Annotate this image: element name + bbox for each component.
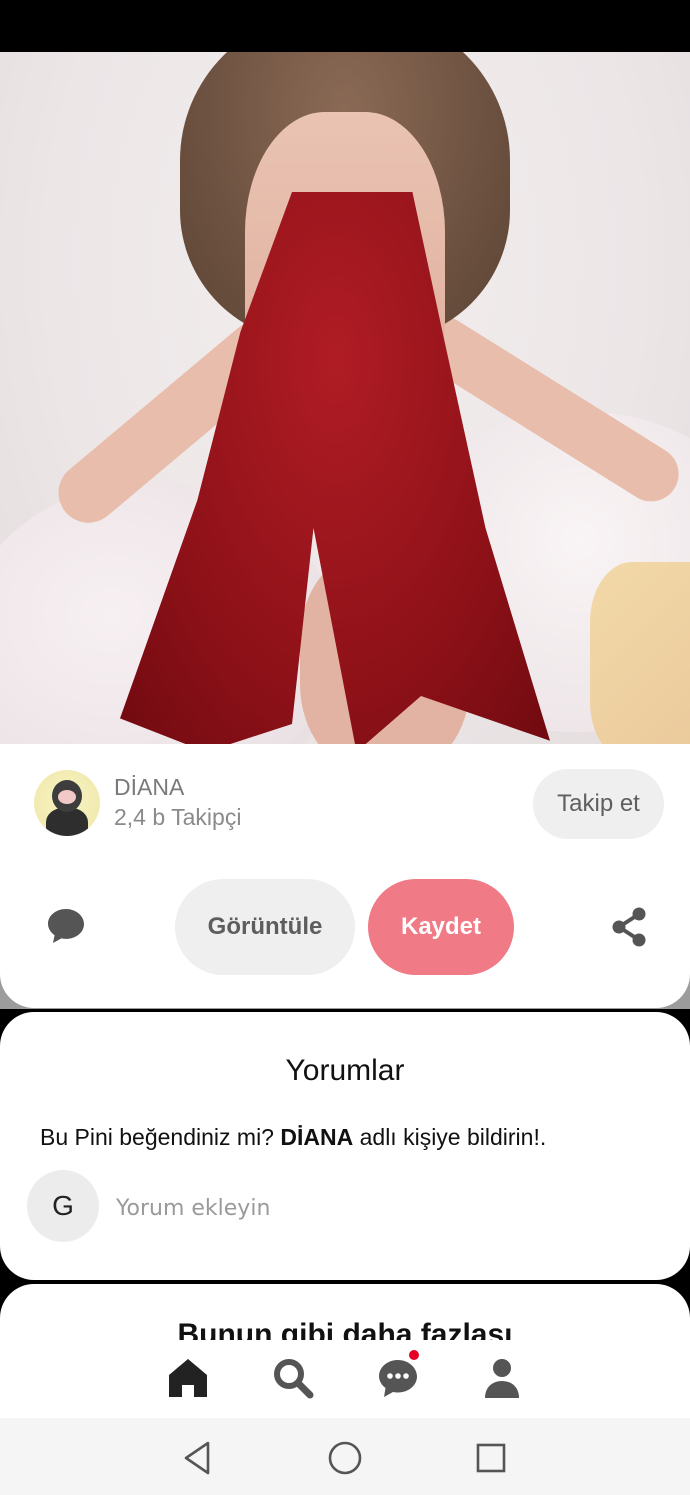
comment-input[interactable] [114, 1190, 638, 1226]
home-icon[interactable] [166, 1356, 210, 1400]
image-gift-box [590, 562, 690, 752]
user-avatar[interactable]: G [27, 1170, 99, 1242]
bottom-tab-bar [0, 1340, 690, 1418]
chat-bubble-icon [379, 1360, 417, 1397]
comments-prompt: Bu Pini beğendiniz mi? DİANA adlı kişiye… [40, 1124, 546, 1151]
comment-bubble-icon[interactable] [46, 906, 86, 946]
creator-card: DİANA 2,4 b Takipçi Takip et Görüntüle K… [0, 744, 690, 1008]
back-icon[interactable] [178, 1438, 218, 1478]
person-icon[interactable] [480, 1356, 524, 1400]
follow-button[interactable]: Takip et [533, 769, 664, 839]
creator-followers: 2,4 b Takipçi [114, 804, 242, 830]
comments-title: Yorumlar [285, 1054, 405, 1087]
avatar-body [46, 808, 88, 836]
share-icon[interactable] [608, 906, 650, 948]
home-circle-icon[interactable] [325, 1438, 365, 1478]
recents-square-icon[interactable] [471, 1438, 511, 1478]
system-nav-bar [0, 1418, 690, 1495]
comments-card: Yorumlar Bu Pini beğendiniz mi? DİANA ad… [0, 1012, 690, 1280]
creator-avatar[interactable] [34, 770, 100, 836]
prompt-text-before: Bu Pini beğendiniz mi? [40, 1124, 281, 1150]
messages-tab[interactable] [376, 1350, 420, 1400]
notification-dot [409, 1350, 419, 1360]
avatar-face [58, 790, 76, 804]
save-button[interactable]: Kaydet [368, 879, 514, 975]
status-bar [0, 0, 690, 52]
creator-name[interactable]: DİANA [114, 774, 184, 801]
pin-image[interactable] [0, 52, 690, 752]
prompt-text-after: adlı kişiye bildirin!. [353, 1124, 547, 1150]
view-button[interactable]: Görüntüle [175, 879, 355, 975]
search-icon[interactable] [271, 1356, 315, 1400]
prompt-creator-name: DİANA [280, 1124, 354, 1150]
